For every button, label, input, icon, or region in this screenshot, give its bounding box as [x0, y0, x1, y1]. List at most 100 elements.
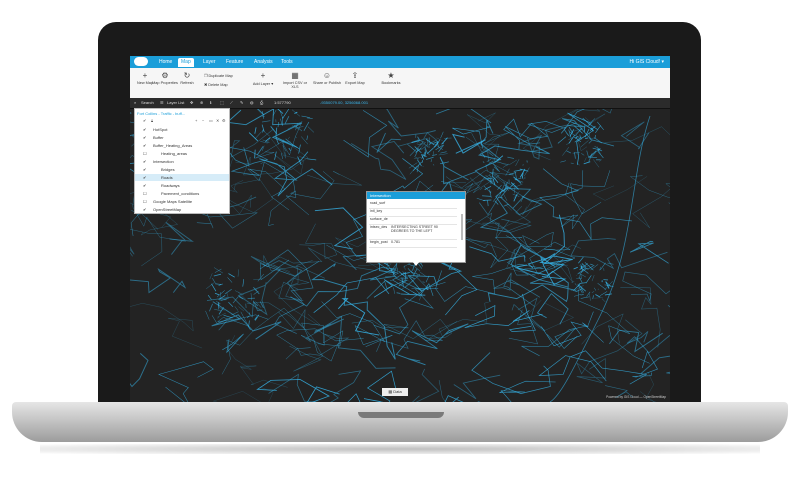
map-title-link[interactable]: Fort Collins - Traffic - buff... [137, 111, 185, 116]
road-line [307, 126, 315, 133]
zoom-in-icon[interactable]: ⊕ [200, 99, 203, 107]
data-button[interactable]: ▦ Data [382, 388, 408, 396]
layer-item[interactable]: ✔ HotSpot [135, 126, 229, 133]
user-menu[interactable]: Hi GIS Cloud! ▾ [630, 58, 664, 67]
layer-item[interactable]: ✔ Intersection [135, 158, 229, 165]
draw-icon[interactable]: ✎ [240, 99, 243, 107]
export-icon: ⇪ [351, 71, 359, 80]
road-line [538, 350, 648, 385]
road-line [223, 145, 269, 177]
road-line [234, 306, 239, 311]
road-line [260, 141, 268, 144]
road-line [536, 292, 569, 325]
info-icon[interactable]: ℹ [210, 99, 212, 107]
tab-tools[interactable]: Tools [278, 58, 296, 67]
duplicate-map-button[interactable]: ❐ Duplicate Map [204, 73, 233, 78]
add-icon[interactable]: + [195, 118, 197, 123]
road-line [432, 154, 437, 156]
tab-feature[interactable]: Feature [223, 58, 246, 67]
layer-checkbox[interactable]: ✔ [143, 126, 149, 133]
road-line [413, 156, 420, 160]
road-line [209, 303, 213, 312]
road-line [165, 222, 194, 255]
layer-item[interactable]: ☐ Pavement_conditions [135, 190, 229, 197]
add-layer-button[interactable]: + Add Layer ▾ [248, 71, 278, 86]
road-line [222, 333, 244, 354]
tab-analysis[interactable]: Analysis [251, 58, 276, 67]
refresh-button[interactable]: ↻ Refresh [172, 71, 202, 85]
tab-layer[interactable]: Layer [200, 58, 219, 67]
road-line [622, 271, 670, 302]
layer-label: Google Maps Satellite [153, 199, 193, 204]
remove-icon[interactable]: − [202, 118, 204, 123]
popup-row: intsec_des INTERSECTING STREET 90 DEGREES… [369, 225, 457, 240]
delete-icon[interactable]: ✕ [216, 118, 219, 123]
layer-checkbox[interactable]: ☐ [143, 198, 149, 205]
tab-home[interactable]: Home [156, 58, 175, 67]
road-line [508, 172, 517, 176]
road-line [524, 167, 530, 177]
layer-item[interactable]: ✔ Roads [135, 174, 229, 181]
settings-icon[interactable]: ⚙ [222, 118, 226, 123]
road-line [212, 386, 274, 402]
globe-icon[interactable]: ◍ [250, 99, 254, 107]
layer-checkbox[interactable]: ✔ [143, 174, 149, 181]
folder-icon[interactable]: ▭ [209, 118, 213, 123]
select-icon[interactable]: ⬚ [220, 99, 224, 107]
road-line [588, 139, 593, 144]
layer-item[interactable]: ✔ Bridges [135, 166, 229, 173]
layer-item[interactable]: ☐ Google Maps Satellite [135, 198, 229, 205]
search-button[interactable]: Search [141, 99, 154, 107]
layer-list-button[interactable]: Layer List [167, 99, 184, 107]
layer-item[interactable]: ✔ Buffer_Heating_Areas [135, 142, 229, 149]
road-line [274, 154, 304, 175]
layer-item[interactable]: ✔ Roadways [135, 182, 229, 189]
road-line [306, 135, 308, 141]
share-button[interactable]: ☺ Share or Publish [312, 71, 342, 85]
measure-icon[interactable]: ⟋ [230, 99, 233, 107]
pan-icon[interactable]: ✥ [190, 99, 193, 107]
layer-checkbox[interactable]: ✔ [143, 206, 149, 213]
layer-item[interactable]: ☐ Heating_areas [135, 150, 229, 157]
road-line [395, 323, 469, 366]
layer-item[interactable]: ✔ OpenStreetMap [135, 206, 229, 213]
lock-icon[interactable]: 🔒︎ [151, 118, 153, 123]
coordinate-readout: -9350079.00, 3256068.001 [320, 100, 369, 105]
road-line [158, 361, 214, 402]
road-line [433, 164, 435, 166]
road-line [227, 335, 288, 388]
import-button[interactable]: ▦ Import CSV or XLS [280, 71, 310, 89]
road-line [556, 182, 585, 229]
bookmarks-button[interactable]: ★ Bookmarks [376, 71, 406, 85]
layer-checkbox[interactable]: ☐ [143, 150, 149, 157]
search-icon[interactable]: ⌕ [134, 99, 136, 107]
layer-item[interactable]: ✔ Buffer [135, 134, 229, 141]
popup-row: intl_key [369, 209, 457, 217]
road-line [130, 353, 149, 388]
road-line [589, 293, 591, 301]
road-line [591, 291, 595, 293]
road-line [479, 187, 483, 191]
road-line [254, 131, 262, 140]
layer-checkbox[interactable]: ☐ [143, 190, 149, 197]
road-line [263, 247, 377, 279]
cloud-logo-icon[interactable] [134, 57, 148, 66]
print-icon[interactable]: ⎙ [260, 99, 263, 107]
road-line [268, 370, 362, 402]
export-button[interactable]: ⇪ Export Map [340, 71, 370, 85]
layer-label: Pavement_conditions [161, 191, 200, 196]
layer-checkbox[interactable]: ✔ [143, 158, 149, 165]
layer-checkbox[interactable]: ✔ [143, 134, 149, 141]
popup-scrollbar[interactable] [461, 214, 463, 240]
checkbox-all[interactable]: ✔ [143, 118, 146, 123]
tab-map[interactable]: Map [178, 58, 194, 67]
layer-checkbox[interactable]: ✔ [143, 182, 149, 189]
road-line [301, 136, 308, 145]
delete-map-button[interactable]: ✖ Delete Map [204, 82, 228, 87]
layer-label: HotSpot [153, 127, 168, 132]
layer-checkbox[interactable]: ✔ [143, 142, 149, 149]
users-icon: ☺ [322, 71, 332, 80]
laptop-base [12, 402, 788, 442]
road-line [215, 283, 222, 285]
layer-checkbox[interactable]: ✔ [143, 166, 149, 173]
